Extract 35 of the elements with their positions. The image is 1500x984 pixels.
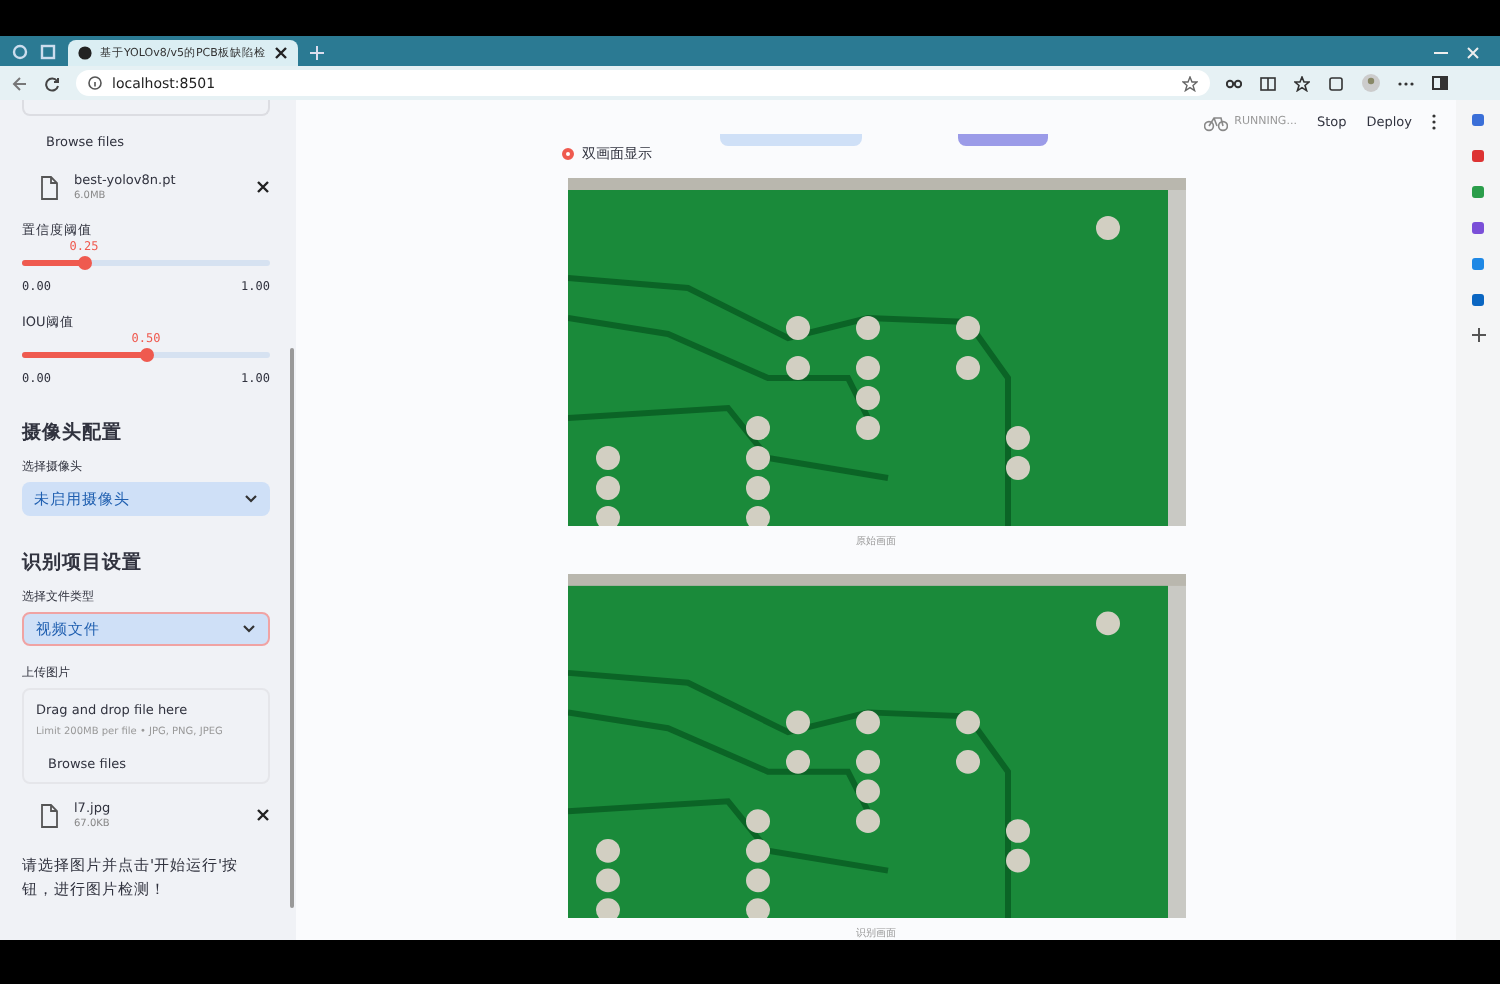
file-icon (40, 803, 58, 827)
sidebar-app-icon[interactable] (1470, 184, 1486, 200)
sidebar-app-icon[interactable] (1470, 112, 1486, 128)
favorite-star-icon[interactable] (1182, 75, 1198, 91)
bicycle-icon (1204, 113, 1229, 131)
profile-icon[interactable] (1362, 74, 1380, 92)
new-tab-icon[interactable] (309, 46, 324, 60)
close-window-icon[interactable] (1466, 46, 1480, 60)
sidebar-app-icon[interactable] (1470, 256, 1486, 272)
collections-icon[interactable] (1328, 75, 1344, 91)
radio-button[interactable] (562, 148, 574, 160)
add-icon[interactable] (1471, 328, 1485, 342)
slider-thumb[interactable] (139, 348, 153, 362)
back-icon[interactable] (12, 75, 28, 91)
favorites-icon[interactable] (1294, 75, 1310, 91)
chevron-down-icon (244, 494, 258, 504)
sidebar-toggle-icon[interactable] (1432, 76, 1448, 90)
minimize-icon[interactable] (1434, 46, 1448, 60)
sidebar-app-icon[interactable] (1470, 220, 1486, 236)
scrollbar[interactable] (290, 348, 294, 908)
refresh-icon[interactable] (44, 75, 60, 91)
sidebar-app-icon[interactable] (1470, 292, 1486, 308)
close-icon[interactable] (256, 180, 270, 194)
section-heading: 识别项目设置 (22, 550, 144, 576)
app-logo-icon (78, 46, 92, 60)
close-icon[interactable] (273, 46, 288, 60)
chevron-down-icon (242, 624, 256, 634)
sidebar-app-icon[interactable] (1470, 148, 1486, 164)
file-icon (40, 175, 58, 199)
extension-icon[interactable] (1226, 75, 1242, 91)
section-heading: 摄像头配置 (22, 420, 124, 446)
split-screen-icon[interactable] (1260, 75, 1276, 91)
slider-thumb[interactable] (77, 256, 91, 270)
close-icon[interactable] (256, 808, 270, 822)
info-icon (88, 76, 102, 90)
